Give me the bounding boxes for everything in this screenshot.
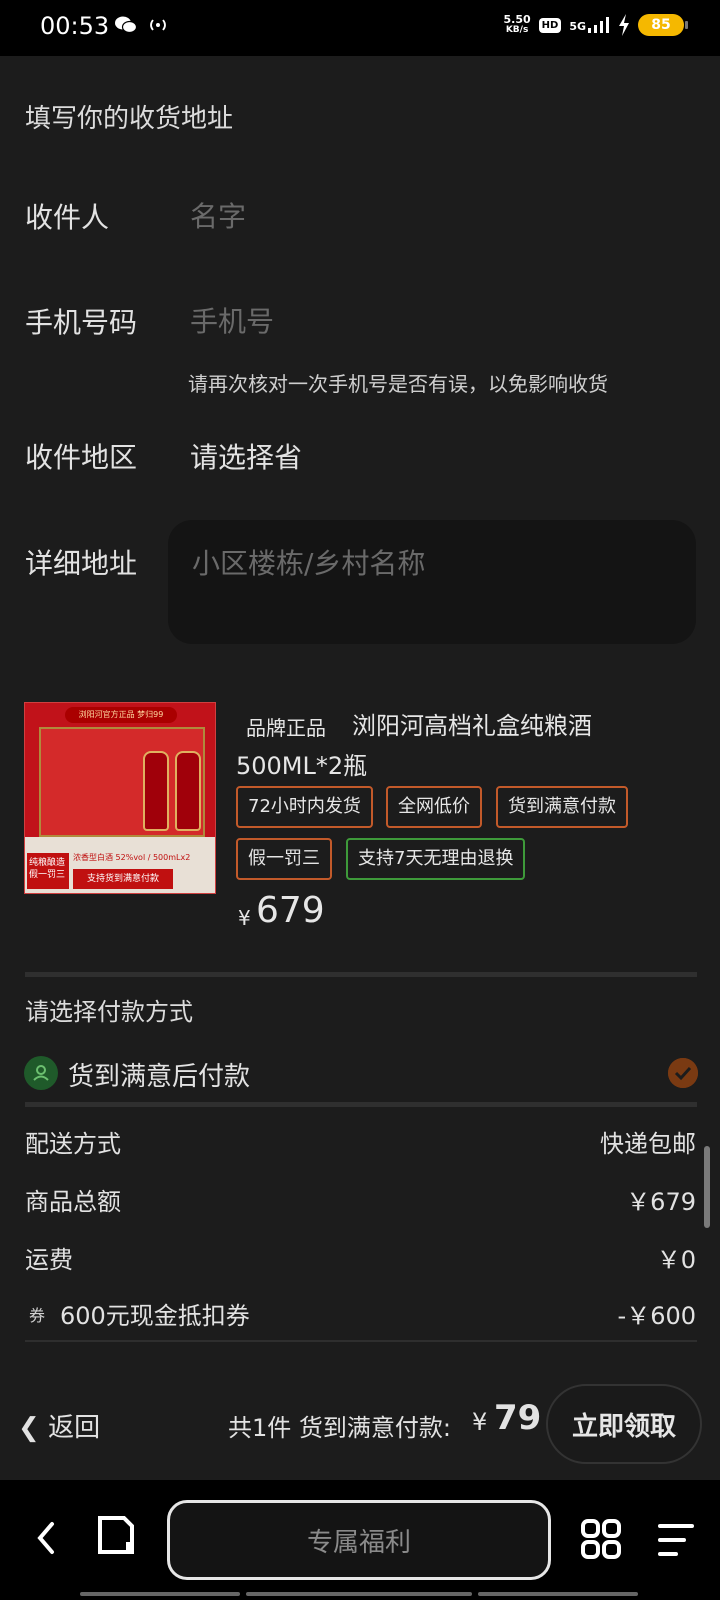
total-amount: 79 (494, 1398, 542, 1438)
phone-input[interactable] (190, 301, 670, 341)
status-bar: 00:53 5.50 KB/s HD 5G 85 (0, 0, 720, 56)
back-label: 返回 (48, 1413, 101, 1443)
product-image-ribbon: 浏阳河官方正品 梦归99 (65, 707, 177, 723)
payment-option-cod[interactable]: 货到满意后付款 (68, 1056, 250, 1093)
cod-badge-icon (24, 1056, 58, 1090)
coupon-icon: 券 (29, 1306, 46, 1325)
product-tag: 72小时内发货 (236, 786, 373, 828)
product-image-bottle (175, 751, 201, 831)
address-section-title: 填写你的收货地址 (25, 104, 234, 134)
product-price: 679 (256, 890, 325, 931)
coupon-value: -￥600 (617, 1302, 696, 1330)
region-select[interactable]: 请选择省 (190, 436, 302, 476)
battery-icon: 85 (638, 14, 688, 36)
detail-address-box (168, 520, 696, 644)
hotspot-icon (150, 19, 166, 31)
product-name: 浏阳河高档礼盒纯粮酒 (352, 712, 592, 740)
phone-hint: 请再次核对一次手机号是否有误，以免影响收货 (188, 372, 608, 396)
checkmark-icon[interactable] (668, 1058, 698, 1088)
wechat-icon (115, 16, 138, 34)
product-tag: 货到满意付款 (496, 786, 628, 828)
region-label: 收件地区 (25, 441, 138, 474)
hd-icon: HD (538, 17, 562, 33)
freight-value: ￥0 (656, 1246, 696, 1274)
detail-address-label: 详细地址 (25, 547, 138, 580)
back-arrow-icon[interactable] (30, 1514, 62, 1562)
chevron-left-icon: ❮ (18, 1413, 40, 1443)
coupon-label: 600元现金抵扣券 (60, 1302, 250, 1330)
charging-icon (619, 14, 629, 36)
product-tag: 支持7天无理由退换 (346, 838, 526, 880)
phone-label: 手机号码 (25, 306, 138, 339)
freight-label: 运费 (25, 1246, 73, 1274)
status-right: 5.50 KB/s HD 5G 85 (503, 13, 688, 36)
product-image-banner: 支持货到满意付款 (73, 869, 173, 889)
claim-now-button[interactable]: 立即领取 (546, 1384, 702, 1464)
home-indicator (80, 1592, 240, 1596)
divider (25, 1102, 697, 1107)
product-tag: 全网低价 (386, 786, 482, 828)
product-tag: 假一罚三 (236, 838, 332, 880)
detail-address-input[interactable] (168, 520, 696, 644)
shipping-value: 快递包邮 (600, 1130, 696, 1158)
product-image-spec: 浓香型白酒 52%vol / 500mLx2 (73, 853, 191, 862)
subtotal-value: ￥679 (626, 1188, 696, 1216)
recipient-label: 收件人 (25, 201, 110, 234)
menu-icon[interactable] (656, 1522, 696, 1558)
subtotal-label: 商品总额 (25, 1188, 121, 1216)
exclusive-benefits-button[interactable]: 专属福利 (167, 1500, 551, 1580)
status-left-icons (114, 14, 170, 36)
product-image: 浏阳河官方正品 梦归99 纯粮酿造 假一罚三 浓香型白酒 52%vol / 50… (24, 702, 216, 894)
payment-title: 请选择付款方式 (25, 998, 193, 1026)
scrollbar[interactable] (704, 1146, 710, 1228)
recipient-input[interactable] (190, 196, 670, 236)
status-time: 00:53 (40, 12, 110, 40)
product-price-symbol: ¥ (238, 906, 251, 930)
home-indicator (246, 1592, 472, 1596)
back-button[interactable]: ❮ 返回 (18, 1407, 100, 1444)
divider (25, 972, 697, 977)
grid-menu-icon[interactable] (580, 1518, 622, 1560)
divider (25, 1340, 697, 1342)
net-speed: 5.50 KB/s (503, 13, 531, 35)
product-brand-tag: 品牌正品 (246, 716, 326, 740)
total-text: 共1件 货到满意付款: (228, 1414, 451, 1442)
product-image-bottle (143, 751, 169, 831)
product-name-spec: 500ML*2瓶 (236, 752, 368, 780)
signal-5g-icon: 5G (569, 17, 610, 33)
home-indicator (478, 1592, 638, 1596)
product-image-tag: 纯粮酿造 假一罚三 (27, 853, 69, 889)
total-currency: ¥ (472, 1408, 488, 1436)
shipping-label: 配送方式 (25, 1130, 121, 1158)
tabs-icon[interactable] (96, 1512, 138, 1558)
